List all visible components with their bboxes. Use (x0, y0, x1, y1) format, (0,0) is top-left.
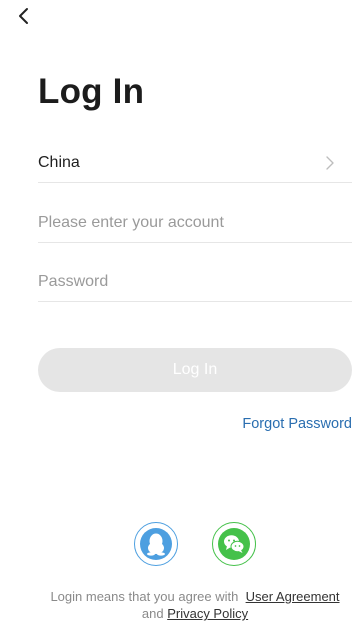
qq-penguin-icon (140, 528, 172, 560)
account-input[interactable] (38, 203, 352, 242)
agreement-text: Login means that you agree with User Agr… (40, 588, 350, 622)
agreement-prefix: Login means that you agree with (50, 589, 239, 604)
chevron-left-icon (17, 6, 31, 31)
chevron-right-icon (322, 155, 338, 171)
country-label: China (38, 153, 80, 171)
account-field-row (38, 203, 352, 243)
privacy-policy-link[interactable]: Privacy Policy (167, 606, 248, 621)
password-input[interactable] (38, 262, 352, 301)
password-field-row (38, 262, 352, 302)
wechat-login-button[interactable] (212, 522, 256, 566)
page-title: Log In (38, 72, 145, 111)
qq-login-button[interactable] (134, 522, 178, 566)
agreement-joiner: and (141, 606, 164, 621)
login-button[interactable]: Log In (38, 348, 352, 392)
user-agreement-link[interactable]: User Agreement (246, 589, 340, 604)
back-button[interactable] (12, 4, 36, 32)
country-selector[interactable]: China (38, 143, 352, 183)
wechat-icon (218, 528, 250, 560)
forgot-password-link[interactable]: Forgot Password (242, 416, 352, 432)
